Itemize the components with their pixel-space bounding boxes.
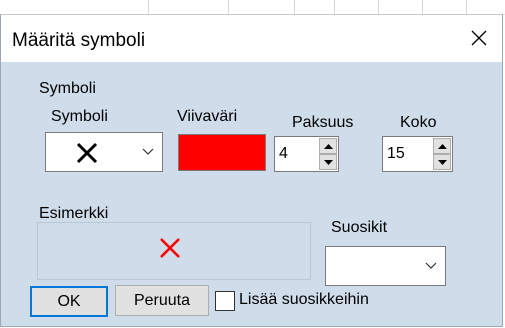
add-to-favorites-label[interactable]: Lisää suosikkeihin <box>239 291 369 309</box>
chevron-down-icon <box>425 262 437 269</box>
x-mark-icon <box>76 142 98 164</box>
close-button[interactable] <box>464 23 494 53</box>
thickness-label: Paksuus <box>292 114 354 131</box>
size-decrement-button[interactable] <box>433 154 451 170</box>
thickness-input[interactable] <box>275 137 319 171</box>
triangle-up-icon <box>323 143 333 149</box>
size-label: Koko <box>400 114 437 131</box>
symbol-group-title: Symboli <box>39 80 96 97</box>
size-stepper <box>382 136 453 172</box>
dialog-body: Symboli Symboli Viivaväri Paksuus 4 Koko… <box>1 62 502 326</box>
symbol-dropdown[interactable] <box>45 132 163 172</box>
cancel-button[interactable]: Peruuta <box>115 285 209 316</box>
triangle-down-icon <box>437 159 447 165</box>
define-symbol-dialog: Määritä symboli Symboli Symboli Viivavär… <box>0 14 503 327</box>
close-icon <box>471 30 487 46</box>
preview-x-mark-icon <box>160 238 180 258</box>
triangle-down-icon <box>323 159 333 165</box>
add-to-favorites-checkbox[interactable] <box>215 291 235 311</box>
favorites-dropdown[interactable] <box>325 246 446 286</box>
thickness-decrement-button[interactable] <box>319 154 337 170</box>
thickness-increment-button[interactable] <box>319 138 337 154</box>
line-color-label: Viivaväri <box>177 108 238 125</box>
dialog-title: Määritä symboli <box>12 30 146 51</box>
title-bar: Määritä symboli <box>1 15 502 62</box>
thickness-stepper <box>274 136 339 172</box>
ok-button[interactable]: OK <box>30 286 108 317</box>
size-input[interactable] <box>383 137 433 171</box>
favorites-label: Suosikit <box>331 219 388 236</box>
preview-label: Esimerkki <box>39 205 109 222</box>
symbol-label: Symboli <box>51 108 108 125</box>
triangle-up-icon <box>437 143 447 149</box>
chevron-down-icon <box>142 148 154 155</box>
background-spreadsheet-strip <box>0 0 505 15</box>
line-color-swatch[interactable] <box>178 134 266 171</box>
size-increment-button[interactable] <box>433 138 451 154</box>
preview-area <box>37 222 311 280</box>
